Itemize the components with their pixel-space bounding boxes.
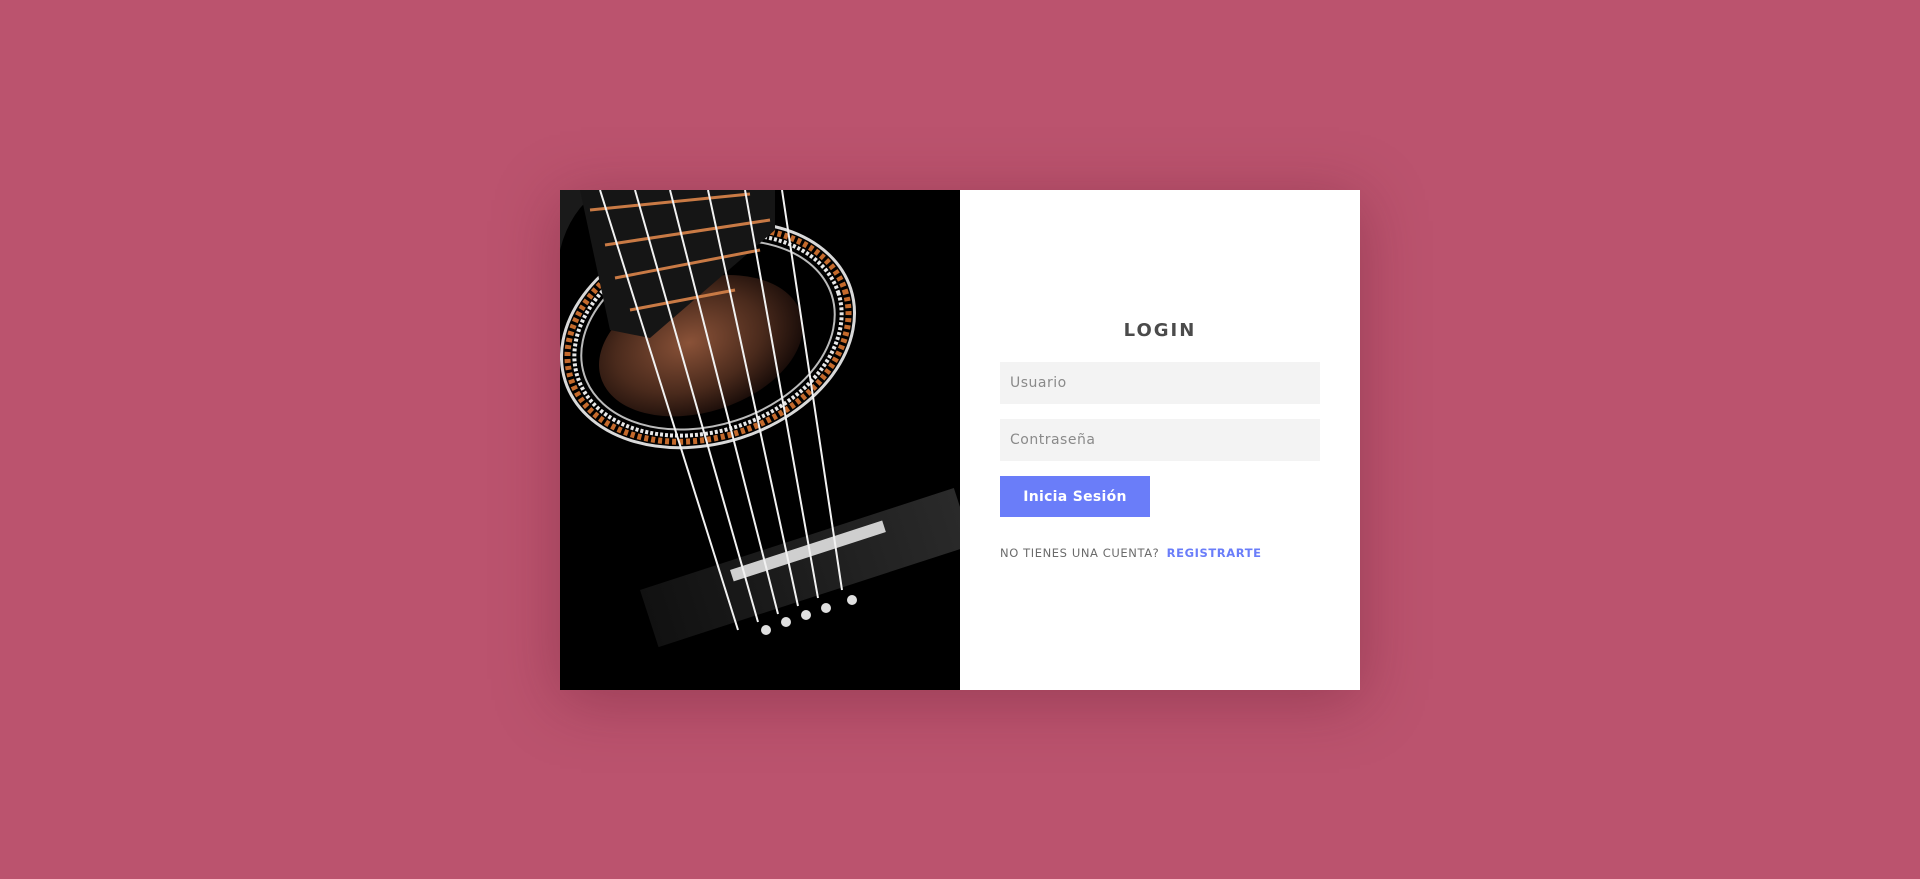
signup-prompt-text: NO TIENES UNA CUENTA? bbox=[1000, 546, 1160, 560]
signup-prompt: NO TIENES UNA CUENTA? REGISTRARTE bbox=[1000, 546, 1262, 560]
guitar-image bbox=[560, 190, 960, 690]
register-link[interactable]: REGISTRARTE bbox=[1167, 546, 1262, 560]
guitar-illustration bbox=[560, 190, 960, 690]
username-input[interactable] bbox=[1000, 362, 1320, 404]
password-input[interactable] bbox=[1000, 419, 1320, 461]
login-title: LOGIN bbox=[1123, 320, 1197, 341]
login-card: LOGIN Inicia Sesión NO TIENES UNA CUENTA… bbox=[560, 190, 1360, 690]
login-button[interactable]: Inicia Sesión bbox=[1000, 476, 1150, 517]
login-panel: LOGIN Inicia Sesión NO TIENES UNA CUENTA… bbox=[960, 190, 1360, 690]
